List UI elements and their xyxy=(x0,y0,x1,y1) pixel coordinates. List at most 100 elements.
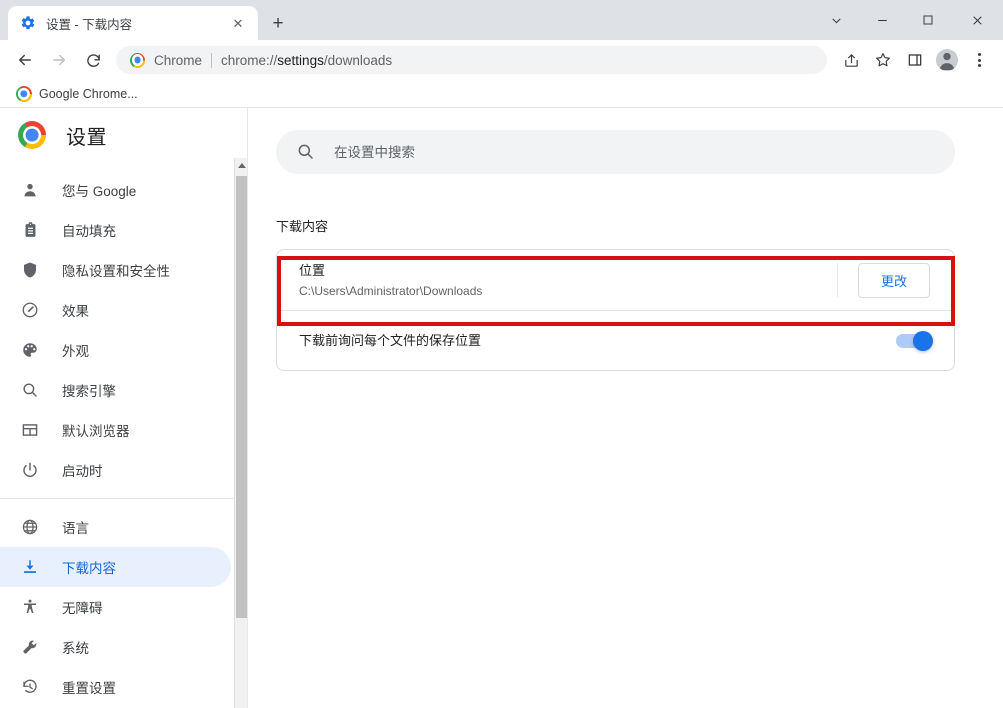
browser-window-icon xyxy=(20,420,40,440)
wrench-icon xyxy=(20,637,40,657)
sidebar-item-reset-settings[interactable]: 重置设置 xyxy=(0,667,231,707)
settings-sidebar: 设置 您与 Google 自动填充 隐私设置和安全性 效果 外观 搜索引擎 默认… xyxy=(0,108,248,708)
more-menu-icon[interactable] xyxy=(965,46,993,74)
avatar xyxy=(936,49,958,71)
browser-toolbar: Chrome chrome://settings/downloads xyxy=(0,40,1003,80)
settings-page: 设置 您与 Google 自动填充 隐私设置和安全性 效果 外观 搜索引擎 默认… xyxy=(0,108,1003,708)
omnibox-url: chrome://settings/downloads xyxy=(221,53,392,68)
accessibility-icon xyxy=(20,597,40,617)
sidebar-item-performance[interactable]: 效果 xyxy=(0,290,231,330)
sidebar-item-label: 隐私设置和安全性 xyxy=(62,264,170,279)
sidebar-scrollbar[interactable] xyxy=(234,158,247,708)
sidebar-item-label: 外观 xyxy=(62,344,89,359)
search-box[interactable] xyxy=(276,130,955,174)
sidebar-divider xyxy=(0,498,247,499)
reload-button[interactable] xyxy=(79,46,107,74)
bookmark-item[interactable]: Google Chrome... xyxy=(10,83,146,105)
url-bold-segment: settings xyxy=(277,52,324,68)
power-icon xyxy=(20,460,40,480)
profile-avatar[interactable] xyxy=(933,46,961,74)
sidebar-item-autofill[interactable]: 自动填充 xyxy=(0,210,231,250)
row-divider xyxy=(836,263,838,297)
side-panel-icon[interactable] xyxy=(901,46,929,74)
three-dots-icon xyxy=(977,53,981,67)
share-icon[interactable] xyxy=(837,46,865,74)
section-heading: 下载内容 xyxy=(276,219,329,234)
sidebar-item-label: 语言 xyxy=(62,521,89,536)
bookmark-star-icon[interactable] xyxy=(869,46,897,74)
back-button[interactable] xyxy=(11,46,39,74)
sidebar-item-label: 您与 Google xyxy=(62,184,137,199)
sidebar-item-label: 默认浏览器 xyxy=(62,424,130,439)
shield-icon xyxy=(20,260,40,280)
search-row xyxy=(248,108,1003,174)
chrome-logo-icon xyxy=(130,52,145,68)
downloads-settings-card: 位置 C:\Users\Administrator\Downloads 更改 下… xyxy=(276,249,955,371)
palette-icon xyxy=(20,340,40,360)
location-title: 位置 xyxy=(299,262,326,278)
sidebar-item-you-and-google[interactable]: 您与 Google xyxy=(0,170,231,210)
sidebar-item-accessibility[interactable]: 无障碍 xyxy=(0,587,231,627)
download-location-row: 位置 C:\Users\Administrator\Downloads 更改 xyxy=(277,250,954,310)
url-prefix: chrome:// xyxy=(221,52,278,68)
title-bar: 设置 - 下载内容 ✕ + xyxy=(0,0,1003,40)
bookmark-label: Google Chrome... xyxy=(39,86,138,101)
person-icon xyxy=(20,180,40,200)
sidebar-item-label: 重置设置 xyxy=(62,681,116,696)
address-bar[interactable]: Chrome chrome://settings/downloads xyxy=(116,46,827,74)
omnibox-separator xyxy=(211,52,213,68)
sidebar-menu: 您与 Google 自动填充 隐私设置和安全性 效果 外观 搜索引擎 默认浏览器… xyxy=(0,162,247,707)
tab-close-icon[interactable]: ✕ xyxy=(228,13,248,33)
toggle-knob xyxy=(913,330,933,351)
sidebar-item-label: 系统 xyxy=(62,641,89,656)
scrollbar-thumb[interactable] xyxy=(236,176,247,618)
search-icon xyxy=(296,142,316,162)
sidebar-item-appearance[interactable]: 外观 xyxy=(0,330,231,370)
sidebar-item-label: 自动填充 xyxy=(62,224,116,239)
sidebar-item-label: 启动时 xyxy=(62,464,103,479)
forward-button[interactable] xyxy=(45,46,73,74)
minimize-button[interactable] xyxy=(859,0,905,40)
maximize-button[interactable] xyxy=(905,0,951,40)
scroll-up-arrow-icon[interactable] xyxy=(235,158,248,172)
sidebar-header: 设置 xyxy=(0,108,247,162)
url-suffix: /downloads xyxy=(323,52,393,68)
sidebar-item-downloads[interactable]: 下载内容 xyxy=(0,547,231,587)
search-icon xyxy=(20,380,40,400)
download-icon xyxy=(20,557,40,577)
ask-where-to-save-title: 下载前询问每个文件的保存位置 xyxy=(299,333,482,348)
ask-where-to-save-toggle[interactable] xyxy=(896,330,933,351)
gear-icon xyxy=(20,15,36,31)
sidebar-item-privacy-security[interactable]: 隐私设置和安全性 xyxy=(0,250,231,290)
window-controls xyxy=(813,0,1003,40)
chrome-logo-icon xyxy=(18,121,46,149)
location-path: C:\Users\Administrator\Downloads xyxy=(299,283,483,298)
close-button[interactable] xyxy=(951,0,1003,40)
settings-content: 下载内容 位置 C:\Users\Administrator\Downloads… xyxy=(248,108,1003,708)
sidebar-item-label: 下载内容 xyxy=(62,561,116,576)
speedometer-icon xyxy=(20,300,40,320)
sidebar-item-system[interactable]: 系统 xyxy=(0,627,231,667)
sidebar-item-default-browser[interactable]: 默认浏览器 xyxy=(0,410,231,450)
sidebar-item-languages[interactable]: 语言 xyxy=(0,507,231,547)
search-input[interactable] xyxy=(334,144,935,160)
bookmarks-bar: Google Chrome... xyxy=(0,80,1003,108)
ask-where-to-save-text: 下载前询问每个文件的保存位置 xyxy=(299,331,896,350)
change-location-button[interactable]: 更改 xyxy=(857,262,930,298)
sidebar-item-on-startup[interactable]: 启动时 xyxy=(0,450,231,490)
page-title: 设置 xyxy=(66,126,107,149)
new-tab-button[interactable]: + xyxy=(264,9,292,37)
sidebar-item-label: 搜索引擎 xyxy=(62,384,116,399)
sidebar-item-label: 效果 xyxy=(62,304,89,319)
ask-where-to-save-row[interactable]: 下载前询问每个文件的保存位置 xyxy=(277,310,954,370)
browser-tab[interactable]: 设置 - 下载内容 ✕ xyxy=(8,6,258,40)
sidebar-item-search-engine[interactable]: 搜索引擎 xyxy=(0,370,231,410)
omnibox-chrome-label: Chrome xyxy=(154,52,203,68)
globe-icon xyxy=(20,517,40,537)
history-restore-icon xyxy=(20,677,40,697)
clipboard-icon xyxy=(20,220,40,240)
tab-search-button[interactable] xyxy=(813,0,859,40)
sidebar-item-label: 无障碍 xyxy=(62,601,103,616)
chrome-logo-icon xyxy=(16,85,32,102)
tab-title: 设置 - 下载内容 xyxy=(46,17,133,32)
